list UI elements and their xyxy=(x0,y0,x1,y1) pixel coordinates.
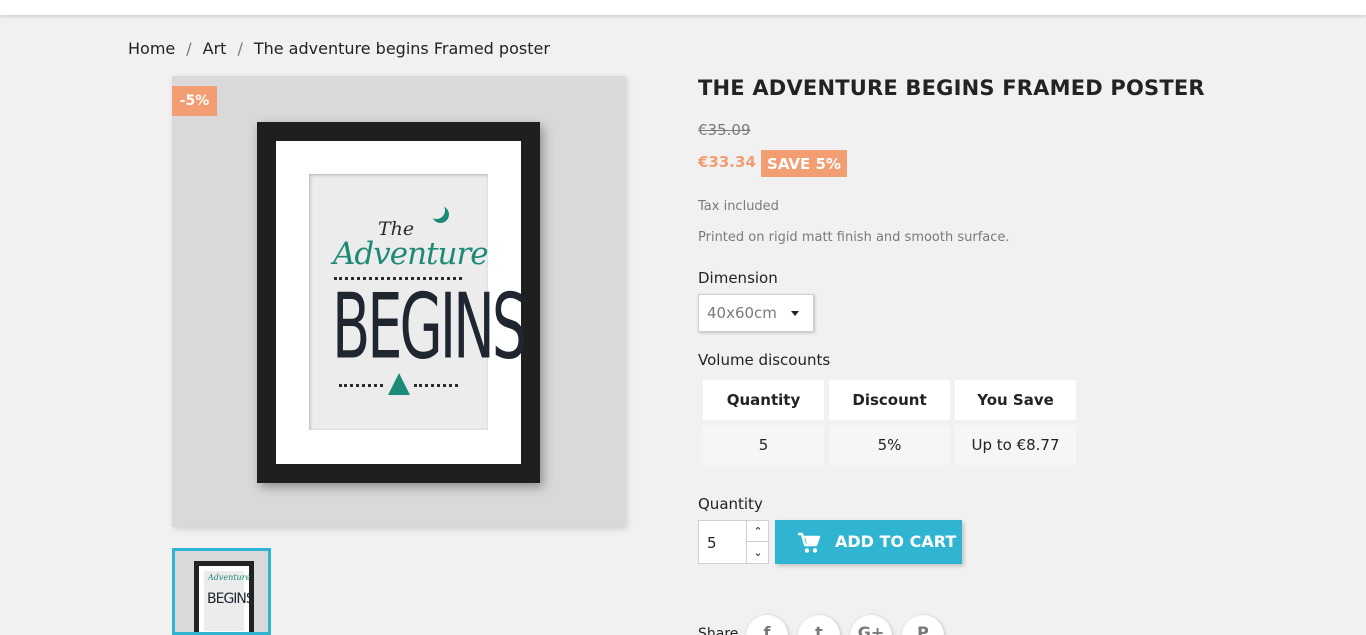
twitter-icon[interactable]: t xyxy=(798,615,840,635)
thumbnail-text-begins: BEGINS xyxy=(207,591,255,607)
moon-icon xyxy=(428,202,449,223)
discount-badge: -5% xyxy=(172,86,217,116)
poster-hash-left xyxy=(339,384,383,387)
product-thumbnail[interactable]: Adventure BEGINS xyxy=(172,548,271,635)
volume-discounts-label: Volume discounts xyxy=(698,351,831,369)
dimension-selected-value: 40x60cm xyxy=(707,304,777,322)
table-cell-you-save: Up to €8.77 xyxy=(955,425,1076,465)
shopping-cart-icon xyxy=(797,532,821,558)
add-to-cart-label: ADD TO CART xyxy=(835,532,957,551)
chevron-down-icon[interactable]: ⌄ xyxy=(746,542,769,563)
dimension-label: Dimension xyxy=(698,269,778,287)
breadcrumb-separator: / xyxy=(186,39,192,58)
caret-down-icon xyxy=(791,311,799,316)
table-cell-quantity: 5 xyxy=(703,425,824,465)
regular-price: €35.09 xyxy=(698,121,751,139)
add-to-cart-button[interactable]: ADD TO CART xyxy=(775,520,962,564)
tax-label: Tax included xyxy=(698,199,779,214)
product-description: Printed on rigid matt finish and smooth … xyxy=(698,230,1010,245)
quantity-label: Quantity xyxy=(698,495,763,513)
poster-text-adventure: Adventure xyxy=(333,236,489,272)
dimension-select[interactable]: 40x60cm xyxy=(698,294,814,332)
save-badge: SAVE 5% xyxy=(761,150,847,177)
breadcrumb-separator: / xyxy=(237,39,243,58)
breadcrumb-current: The adventure begins Framed poster xyxy=(253,39,550,58)
googleplus-icon[interactable]: G+ xyxy=(850,615,892,635)
chevron-up-icon[interactable]: ⌃ xyxy=(746,521,769,542)
tent-icon xyxy=(388,373,410,395)
product-title: THE ADVENTURE BEGINS FRAMED POSTER xyxy=(698,76,1205,100)
breadcrumb-art[interactable]: Art xyxy=(203,39,227,58)
quantity-input[interactable]: 5 xyxy=(707,534,717,552)
poster-text-begins: BEGINS xyxy=(332,273,527,380)
table-header-you-save: You Save xyxy=(955,380,1076,420)
breadcrumb: Home / Art / The adventure begins Framed… xyxy=(128,39,550,58)
table-header-discount: Discount xyxy=(829,380,950,420)
poster-hash-right xyxy=(414,384,458,387)
thumbnail-text-adventure: Adventure xyxy=(208,573,251,582)
current-price: €33.34 xyxy=(698,153,756,171)
pinterest-icon[interactable]: P xyxy=(902,615,944,635)
share-label: Share xyxy=(698,626,739,635)
table-header-quantity: Quantity xyxy=(703,380,824,420)
breadcrumb-home[interactable]: Home xyxy=(128,39,175,58)
quantity-stepper[interactable]: 5 ⌃ ⌄ xyxy=(698,520,769,564)
facebook-icon[interactable]: f xyxy=(746,615,788,635)
top-header-bar xyxy=(0,0,1366,15)
table-cell-discount: 5% xyxy=(829,425,950,465)
